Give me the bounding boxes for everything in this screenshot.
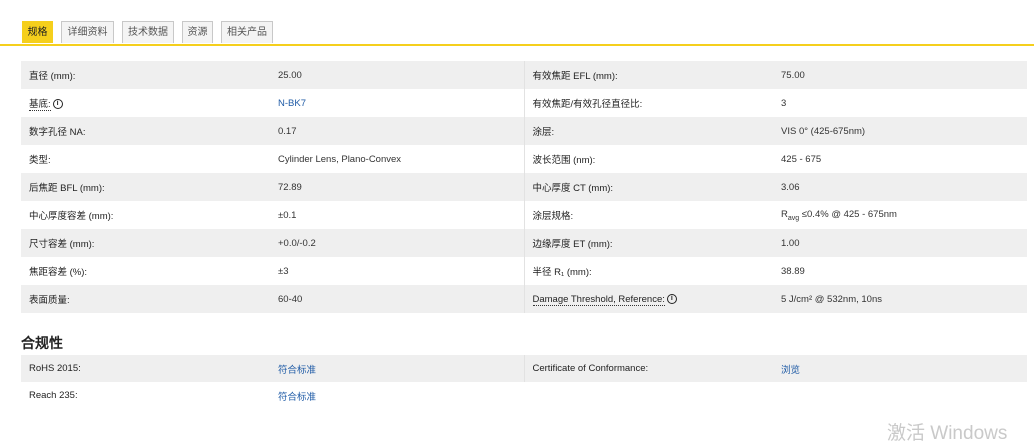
spec-label: 波长范围 (nm): [523, 145, 773, 173]
spec-label: 中心厚度容差 (mm): [29, 211, 114, 222]
table-row: 后焦距 BFL (mm): 72.89 中心厚度 CT (mm): 3.06 [21, 173, 1027, 201]
spec-value: ±0.1 [278, 209, 297, 221]
tab-resources[interactable]: 资源 [182, 21, 213, 43]
damage-threshold-label[interactable]: Damage Threshold, Reference: i [523, 285, 773, 313]
specs-table: 直径 (mm): 25.00 有效焦距 EFL (mm): 75.00 基底: i… [21, 61, 1027, 313]
spec-value: 5 J/cm² @ 532nm, 10ns [773, 285, 1027, 313]
table-row: 尺寸容差 (mm): +0.0/-0.2 边缘厚度 ET (mm): 1.00 [21, 229, 1027, 257]
spec-label: 尺寸容差 (mm): [21, 229, 270, 257]
spec-label: 直径 (mm): [21, 61, 270, 89]
reach-link[interactable]: 符合标准 [270, 382, 524, 409]
spec-value: 72.89 [270, 173, 524, 201]
spec-label: 数字孔径 NA: [21, 117, 270, 145]
spec-label: 涂层: [523, 117, 773, 145]
table-row: 中心厚度容差 (mm): ±0.1 涂层规格: Ravg ≤0.4% @ 425… [21, 201, 1027, 229]
certificate-link[interactable]: 浏览 [773, 355, 1027, 382]
info-icon[interactable]: i [52, 99, 63, 110]
spec-label: 半径 R₁ (mm): [523, 257, 773, 285]
compliance-label: Certificate of Conformance: [523, 355, 773, 382]
spec-label: 后焦距 BFL (mm): [21, 173, 270, 201]
spec-value: 0.17 [270, 117, 524, 145]
spec-value: ±3 [278, 265, 289, 277]
spec-label-substrate[interactable]: 基底: i [21, 89, 270, 117]
spec-label: 有效焦距 EFL (mm): [523, 61, 773, 89]
spec-value: 38.89 [781, 265, 805, 277]
spec-value: +0.0/-0.2 [270, 229, 524, 257]
table-row: 焦距容差 (%): ±3 半径 R₁ (mm): 38.89 [21, 257, 1027, 285]
table-row: RoHS 2015: 符合标准 Certificate of Conforman… [21, 355, 1027, 382]
windows-activation-watermark: 激活 Windows [887, 423, 1008, 444]
spec-label: 涂层规格: [523, 201, 773, 229]
spec-value: Cylinder Lens, Plano-Convex [278, 153, 402, 165]
spec-value: 3 [781, 97, 787, 109]
spec-value: 3.06 [773, 173, 1027, 201]
compliance-table: RoHS 2015: 符合标准 Certificate of Conforman… [21, 355, 1027, 409]
table-row: Reach 235: 符合标准 [21, 382, 1027, 409]
spec-value: 25.00 [270, 61, 524, 89]
compliance-label: Reach 235: [29, 390, 78, 401]
tab-technical-data[interactable]: 技术数据 [122, 21, 174, 43]
compliance-heading: 合规性 [21, 335, 63, 351]
tab-details[interactable]: 详细资料 [61, 21, 114, 43]
spec-label: 焦距容差 (%): [29, 267, 88, 278]
spec-label: 中心厚度 CT (mm): [523, 173, 773, 201]
table-row: 基底: i N-BK7 有效焦距/有效孔径直径比: 3 [21, 89, 1027, 117]
spec-label: 类型: [29, 155, 51, 166]
compliance-value [773, 382, 1027, 409]
tab-specs[interactable]: 规格 [22, 21, 53, 43]
coating-spec-value: Ravg ≤0.4% @ 425 - 675nm [781, 208, 897, 222]
table-row: 直径 (mm): 25.00 有效焦距 EFL (mm): 75.00 [21, 61, 1027, 89]
spec-value: 75.00 [773, 61, 1027, 89]
spec-value: 1.00 [773, 229, 1027, 257]
spec-value: 60-40 [270, 285, 524, 313]
tab-related-products[interactable]: 相关产品 [221, 21, 273, 43]
table-row: 数字孔径 NA: 0.17 涂层: VIS 0° (425-675nm) [21, 117, 1027, 145]
compliance-label [524, 382, 773, 409]
table-row: 表面质量: 60-40 Damage Threshold, Reference:… [21, 285, 1027, 313]
rohs-link[interactable]: 符合标准 [270, 355, 524, 382]
tab-bar: 规格 详细资料 技术数据 资源 相关产品 [0, 0, 1034, 46]
table-row: 类型: Cylinder Lens, Plano-Convex 波长范围 (nm… [21, 145, 1027, 173]
spec-label: 边缘厚度 ET (mm): [523, 229, 773, 257]
spec-value: VIS 0° (425-675nm) [773, 117, 1027, 145]
info-icon[interactable]: i [666, 293, 677, 304]
spec-value: 425 - 675 [781, 153, 822, 165]
spec-label: 有效焦距/有效孔径直径比: [523, 89, 773, 117]
spec-label: 表面质量: [21, 285, 270, 313]
substrate-link[interactable]: N-BK7 [270, 89, 524, 117]
compliance-label: RoHS 2015: [21, 355, 270, 382]
